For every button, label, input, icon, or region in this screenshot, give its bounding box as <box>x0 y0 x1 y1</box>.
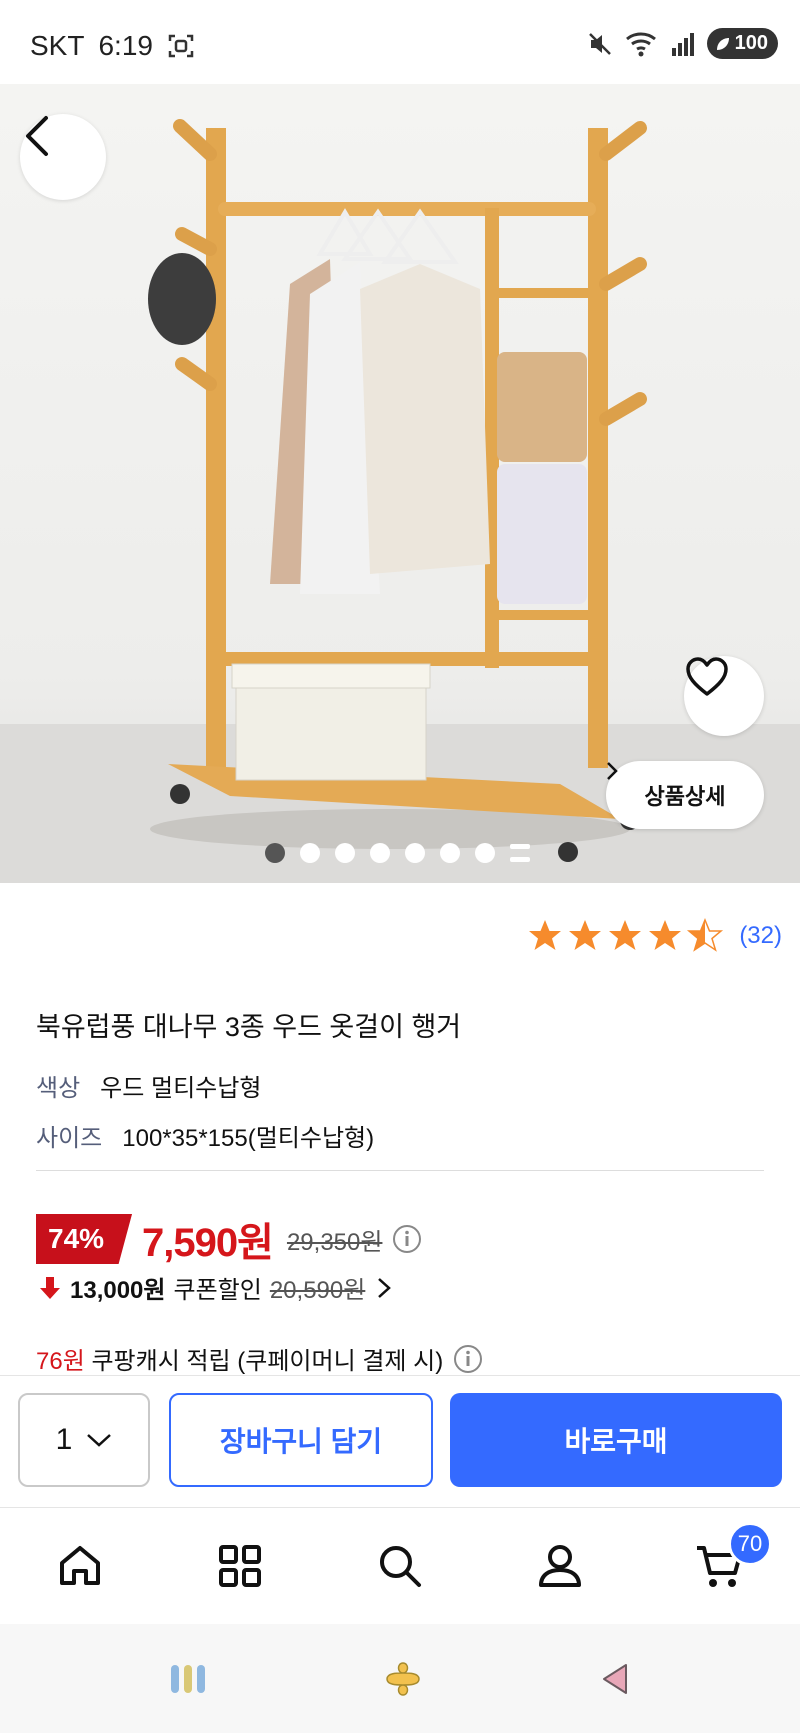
product-image-gallery[interactable]: 상품상세 <box>0 84 800 883</box>
gallery-pagination <box>265 843 530 863</box>
nav-categories[interactable] <box>160 1508 320 1624</box>
info-icon[interactable] <box>392 1224 422 1254</box>
pagination-dot[interactable] <box>440 843 460 863</box>
quantity-value: 1 <box>55 1423 73 1456</box>
option-size-row[interactable]: 사이즈 100*35*155(멀티수납형) <box>36 1118 374 1153</box>
purchase-bar: 1 장바구니 담기 바로구매 <box>0 1375 800 1508</box>
product-title: 북유럽풍 대나무 3종 우드 옷걸이 행거 <box>36 1012 462 1042</box>
mute-icon <box>588 32 611 55</box>
divider <box>36 1170 764 1171</box>
carrier: SKT <box>30 30 85 61</box>
chevron-right-icon <box>607 762 618 780</box>
add-to-cart-button[interactable]: 장바구니 담기 <box>169 1393 433 1487</box>
arrow-down-icon <box>40 1276 60 1299</box>
product-detail-button[interactable]: 상품상세 <box>606 761 764 829</box>
star-rating-icon <box>529 919 723 951</box>
cash-reward-row: 76원 쿠팡캐시 적립 (쿠페이머니 결제 시) <box>36 1341 483 1376</box>
quantity-select[interactable]: 1 <box>18 1393 150 1487</box>
signal-icon <box>671 32 694 56</box>
nav-my-account[interactable] <box>480 1508 640 1624</box>
recent-apps-icon[interactable] <box>168 1661 208 1697</box>
user-icon <box>539 1545 581 1587</box>
product-detail-label: 상품상세 <box>644 784 726 809</box>
pagination-dot[interactable] <box>405 843 425 863</box>
pagination-dot[interactable] <box>370 843 390 863</box>
grid-icon <box>219 1545 261 1587</box>
option-value: 100*35*155(멀티수납형) <box>122 1125 375 1152</box>
option-label: 사이즈 <box>36 1125 103 1152</box>
nav-cart[interactable]: 70 <box>640 1508 800 1624</box>
search-icon <box>380 1546 421 1587</box>
option-label: 색상 <box>36 1075 81 1102</box>
chevron-down-icon <box>87 1434 112 1447</box>
sale-price: 7,590원 <box>142 1221 274 1265</box>
price-row: 74% 7,590원 29,350원 <box>36 1210 422 1268</box>
back-triangle-icon[interactable] <box>598 1661 632 1697</box>
back-button[interactable] <box>20 114 106 200</box>
pagination-dot[interactable] <box>335 843 355 863</box>
battery-indicator: 100 <box>706 28 778 59</box>
coupon-amount: 13,000원 <box>70 1277 166 1304</box>
pagination-dot[interactable] <box>300 843 320 863</box>
option-color-row[interactable]: 색상 우드 멀티수납형 <box>36 1068 261 1103</box>
cash-amount: 76원 <box>36 1348 85 1375</box>
nav-search[interactable] <box>320 1508 480 1624</box>
chevron-right-icon <box>378 1277 392 1298</box>
battery-level: 100 <box>734 32 768 54</box>
buy-now-button[interactable]: 바로구매 <box>450 1393 782 1487</box>
bottom-navigation: 70 <box>0 1508 800 1624</box>
cart-count-badge: 70 <box>728 1522 772 1566</box>
review-count[interactable]: (32) <box>739 922 782 950</box>
coupon-label: 쿠폰할인 <box>173 1277 262 1304</box>
status-bar: SKT 6:19 100 <box>0 0 800 84</box>
pagination-dot[interactable] <box>475 843 495 863</box>
home-icon <box>60 1546 100 1585</box>
pagination-dot[interactable] <box>265 843 285 863</box>
original-price: 29,350원 <box>286 1228 383 1256</box>
leaf-icon <box>716 37 729 50</box>
wishlist-button[interactable] <box>684 656 764 736</box>
info-icon[interactable] <box>453 1344 483 1374</box>
system-navigation-bar <box>0 1624 800 1733</box>
clock: 6:19 <box>98 30 153 61</box>
discount-badge: 74% <box>36 1214 133 1264</box>
product-rating[interactable]: (32) <box>527 918 782 954</box>
chevron-left-icon <box>26 116 48 156</box>
nav-home[interactable] <box>0 1508 160 1624</box>
coupon-discount-row[interactable]: 13,000원 쿠폰할인 20,590원 <box>38 1270 395 1305</box>
home-flower-icon[interactable] <box>383 1659 423 1699</box>
option-value: 우드 멀티수납형 <box>100 1075 262 1102</box>
coupon-original-price: 20,590원 <box>269 1277 366 1304</box>
heart-icon <box>686 657 728 696</box>
cash-label: 쿠팡캐시 적립 (쿠페이머니 결제 시) <box>91 1348 444 1375</box>
screen-capture-icon <box>168 34 194 58</box>
wifi-icon <box>625 31 656 56</box>
pagination-more-icon[interactable] <box>510 844 530 862</box>
